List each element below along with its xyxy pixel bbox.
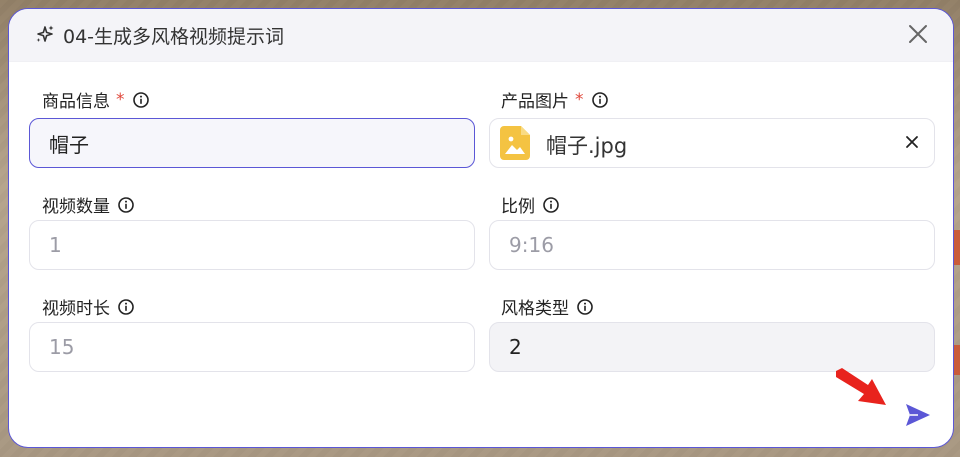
image-file-icon: [500, 126, 530, 160]
dialog-header: 04-生成多风格视频提示词: [9, 9, 953, 62]
style-type-value: 2: [509, 335, 522, 359]
dialog-title: 04-生成多风格视频提示词: [63, 26, 285, 48]
sparkle-icon: [36, 25, 54, 42]
info-icon[interactable]: [543, 196, 559, 213]
ratio-placeholder: 9:16: [509, 233, 554, 257]
required-mark: *: [116, 89, 125, 110]
file-name: 帽子.jpg: [546, 134, 628, 158]
product-info-label-text: 商品信息: [42, 92, 110, 112]
ratio-label: 比例: [501, 192, 559, 217]
style-type-label-text: 风格类型: [501, 299, 569, 319]
info-icon[interactable]: [577, 298, 593, 315]
style-type-input[interactable]: 2: [489, 322, 935, 372]
info-icon[interactable]: [132, 91, 149, 108]
info-icon[interactable]: [118, 196, 134, 213]
clear-file-icon[interactable]: [904, 134, 920, 150]
product-image-label-text: 产品图片: [501, 92, 569, 112]
background-decoration: [954, 230, 960, 265]
video-duration-input[interactable]: 15: [29, 322, 475, 372]
ratio-input[interactable]: 9:16: [489, 220, 935, 270]
background-decoration: [954, 345, 960, 375]
product-info-input[interactable]: 帽子: [29, 118, 475, 168]
dialog: 04-生成多风格视频提示词 商品信息 * 帽子 产品图片 * 帽子.jpg 视频…: [8, 8, 954, 448]
video-duration-label-text: 视频时长: [42, 299, 110, 319]
video-count-label-text: 视频数量: [42, 197, 110, 217]
video-duration-placeholder: 15: [49, 335, 75, 359]
ratio-label-text: 比例: [501, 197, 535, 217]
product-info-value: 帽子: [49, 132, 89, 157]
product-image-label: 产品图片 *: [501, 87, 608, 112]
annotation-arrow-icon: [836, 368, 886, 405]
info-icon[interactable]: [591, 91, 608, 108]
video-duration-label: 视频时长: [42, 294, 134, 319]
send-icon[interactable]: [904, 401, 932, 429]
video-count-input[interactable]: 1: [29, 220, 475, 270]
required-mark: *: [575, 89, 584, 110]
product-info-label: 商品信息 *: [42, 87, 149, 112]
video-count-placeholder: 1: [49, 233, 62, 257]
close-icon[interactable]: [907, 23, 929, 45]
info-icon[interactable]: [118, 298, 134, 315]
video-count-label: 视频数量: [42, 192, 134, 217]
style-type-label: 风格类型: [501, 294, 593, 319]
product-image-upload[interactable]: 帽子.jpg: [489, 118, 935, 168]
